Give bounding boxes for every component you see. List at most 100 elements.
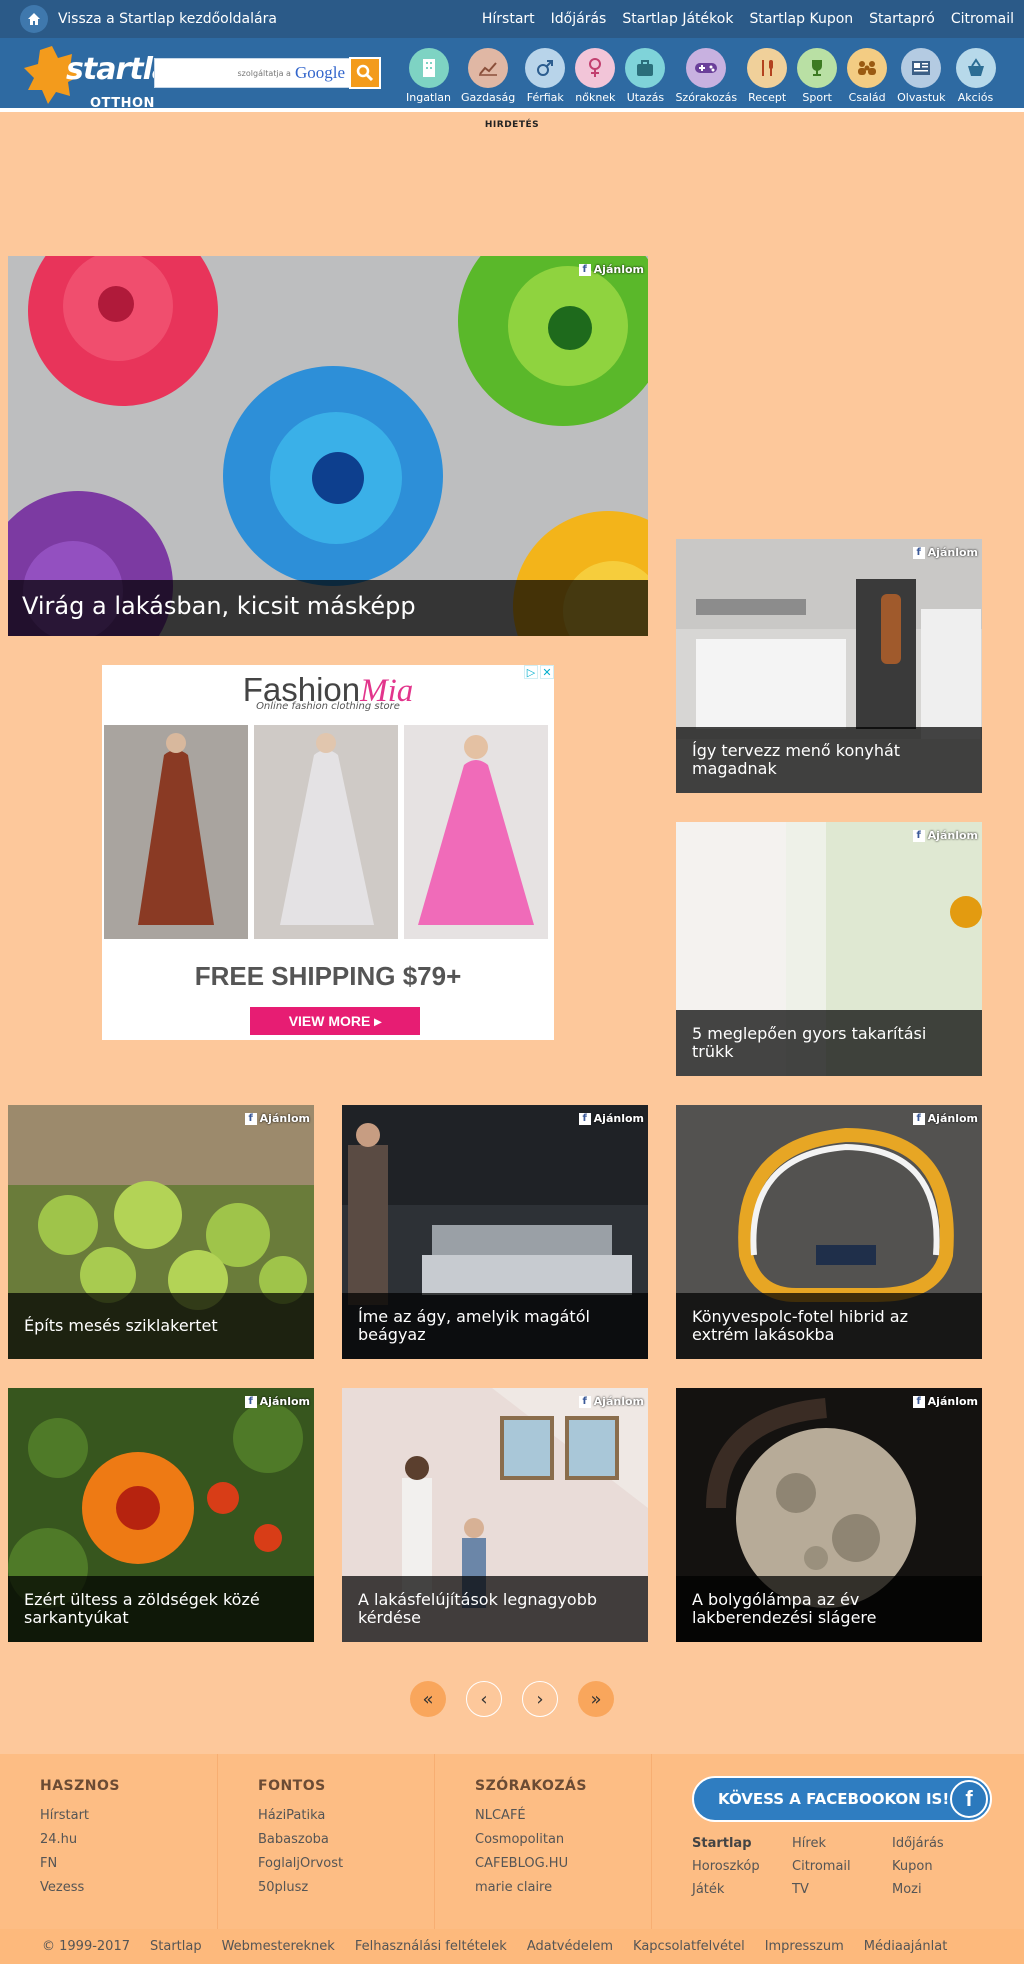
recommend-label: Ajánlom (927, 546, 978, 559)
footer-tv-link[interactable]: TV (792, 1882, 892, 1897)
footer-startlap-link[interactable]: Startlap (692, 1836, 792, 1851)
article-title-line: sarkantyúkat (24, 1608, 129, 1627)
footer-idojaras-link[interactable]: Időjárás (892, 1836, 992, 1851)
footer-link[interactable]: Cosmopolitan (475, 1832, 651, 1847)
cat-label: Család (848, 91, 886, 104)
cat-label: nőknek (575, 91, 616, 104)
facebook-icon: f (578, 1395, 591, 1408)
article-title-line: 5 meglepően gyors takarítási (692, 1024, 927, 1043)
next-page-button[interactable]: › (522, 1681, 558, 1717)
family-icon (847, 48, 888, 88)
home-icon[interactable] (20, 5, 48, 33)
search-box[interactable]: szolgáltatja a Google (154, 57, 381, 89)
article-title-line: Így tervezz menő konyhát (692, 741, 901, 760)
footer-hirek-link[interactable]: Hírek (792, 1836, 892, 1851)
cat-recept[interactable]: Recept (747, 48, 788, 104)
article-rock-garden[interactable]: f Ajánlom Építs mesés sziklakertet (8, 1105, 314, 1359)
cat-sport[interactable]: Sport (797, 48, 838, 104)
footer-mozi-link[interactable]: Mozi (892, 1882, 992, 1897)
article-title: Így tervezz menő konyhát magadnak (676, 727, 982, 793)
startlap-logo[interactable]: startlap OTTHON (22, 44, 193, 111)
fashion-advertisement[interactable]: ▷ ✕ FashionMia Online fashion clothing st… (102, 665, 554, 1040)
cat-label: Utazás (626, 91, 665, 104)
last-page-button[interactable]: » (578, 1681, 614, 1717)
recommend-badge[interactable]: f Ajánlom (244, 1112, 310, 1125)
search-button[interactable] (349, 57, 381, 89)
toplink-citromail[interactable]: Citromail (951, 11, 1014, 27)
footer-kupon-link[interactable]: Kupon (892, 1859, 992, 1874)
legal-link-startlap[interactable]: Startlap (150, 1939, 202, 1954)
article-self-making-bed[interactable]: f Ajánlom Íme az ágy, amelyik magától beág… (342, 1105, 648, 1359)
footer-link[interactable]: marie claire (475, 1880, 651, 1895)
cat-csalad[interactable]: Család (847, 48, 888, 104)
recommend-badge[interactable]: f Ajánlom (578, 1395, 644, 1408)
back-to-startlap-link[interactable]: Vissza a Startlap kezdőoldalára (58, 11, 482, 27)
facebook-follow-label: KÖVESS A FACEBOOKON IS! (718, 1790, 950, 1808)
legal-link-impressum[interactable]: Impresszum (765, 1939, 844, 1954)
facebook-icon: f (912, 1112, 925, 1125)
article-nasturtium[interactable]: f Ajánlom Ezért ültess a zöldségek közé sa… (8, 1388, 314, 1642)
footer-link[interactable]: HáziPatika (258, 1808, 434, 1823)
article-title: Építs mesés sziklakertet (8, 1293, 314, 1359)
footer-link[interactable]: NLCAFÉ (475, 1808, 651, 1823)
toplink-idojaras[interactable]: Időjárás (551, 11, 607, 27)
footer-jatek-link[interactable]: Játék (692, 1882, 792, 1897)
toplink-jatekok[interactable]: Startlap Játékok (622, 11, 733, 27)
cat-ingatlan[interactable]: Ingatlan (406, 48, 451, 104)
cat-olvastuk[interactable]: Olvastuk (897, 48, 946, 104)
footer-link[interactable]: Babaszoba (258, 1832, 434, 1847)
recommend-badge[interactable]: f Ajánlom (578, 1112, 644, 1125)
footer-link[interactable]: CAFEBLOG.HU (475, 1856, 651, 1871)
legal-link-contact[interactable]: Kapcsolatfelvétel (633, 1939, 745, 1954)
article-title-line: extrém lakásokba (692, 1325, 835, 1344)
footer-link[interactable]: FoglaljOrvost (258, 1856, 434, 1871)
ad-tagline: Online fashion clothing store (256, 701, 400, 712)
cat-utazas[interactable]: Utazás (625, 48, 666, 104)
hero-article[interactable]: f Ajánlom Virág a lakásban, kicsit máskép… (8, 256, 648, 636)
cat-noknek[interactable]: nőknek (575, 48, 615, 104)
facebook-icon: f (912, 546, 925, 559)
cat-akcios[interactable]: Akciós (955, 48, 996, 104)
footer-link[interactable]: 24.hu (40, 1832, 217, 1847)
copyright: © 1999-2017 (42, 1939, 130, 1954)
footer-link[interactable]: FN (40, 1856, 217, 1871)
article-title-line: lakberendezési slágere (692, 1608, 877, 1627)
recommend-label: Ajánlom (593, 1112, 644, 1125)
footer-link[interactable]: Hírstart (40, 1808, 217, 1823)
article-kitchen[interactable]: f Ajánlom Így tervezz menő konyhát magadna… (676, 539, 982, 793)
footer-citromail-link[interactable]: Citromail (792, 1859, 892, 1874)
article-cleaning[interactable]: f Ajánlom 5 meglepően gyors takarítási trü… (676, 822, 982, 1076)
footer: HASZNOS Hírstart 24.hu FN Vezess FONTOS … (0, 1754, 1024, 1929)
article-bookshelf-chair[interactable]: f Ajánlom Könyvespolc-fotel hibrid az extr… (676, 1105, 982, 1359)
toplink-startapro[interactable]: Startapró (869, 11, 935, 27)
article-title-line: kérdése (358, 1608, 422, 1627)
search-powered-by: szolgáltatja a (237, 68, 291, 78)
footer-link[interactable]: Vezess (40, 1880, 217, 1895)
previous-page-button[interactable]: ‹ (466, 1681, 502, 1717)
recommend-badge[interactable]: f Ajánlom (578, 263, 644, 276)
cat-ferfiak[interactable]: Férfiak (525, 48, 566, 104)
toplink-kupon[interactable]: Startlap Kupon (749, 11, 853, 27)
article-moon-lamp[interactable]: f Ajánlom A bolygólámpa az év lakberendezé… (676, 1388, 982, 1642)
footer-horoszkop-link[interactable]: Horoszkóp (692, 1859, 792, 1874)
recommend-badge[interactable]: f Ajánlom (912, 829, 978, 842)
footer-link[interactable]: 50plusz (258, 1880, 434, 1895)
category-nav: Ingatlan Gazdaság Férfiak nőknek Utazás … (406, 48, 1006, 104)
recommend-badge[interactable]: f Ajánlom (912, 1112, 978, 1125)
legal-link-webmasters[interactable]: Webmestereknek (222, 1939, 335, 1954)
first-page-button[interactable]: « (410, 1681, 446, 1717)
cat-szorakozas[interactable]: Szórakozás (675, 48, 737, 104)
hero-image (8, 256, 648, 636)
ad-view-more-button[interactable]: VIEW MORE ▸ (250, 1007, 420, 1035)
cat-gazdasag[interactable]: Gazdaság (461, 48, 515, 104)
recommend-label: Ajánlom (927, 1112, 978, 1125)
facebook-follow-button[interactable]: KÖVESS A FACEBOOKON IS! f (692, 1776, 992, 1822)
toplink-hirstart[interactable]: Hírstart (482, 11, 535, 27)
recommend-badge[interactable]: f Ajánlom (244, 1395, 310, 1408)
legal-link-terms[interactable]: Felhasználási feltételek (355, 1939, 507, 1954)
legal-link-media[interactable]: Médiaajánlat (864, 1939, 948, 1954)
legal-link-privacy[interactable]: Adatvédelem (527, 1939, 613, 1954)
recommend-badge[interactable]: f Ajánlom (912, 546, 978, 559)
recommend-badge[interactable]: f Ajánlom (912, 1395, 978, 1408)
article-renovation[interactable]: f Ajánlom A lakásfelújítások legnagyobb ké… (342, 1388, 648, 1642)
